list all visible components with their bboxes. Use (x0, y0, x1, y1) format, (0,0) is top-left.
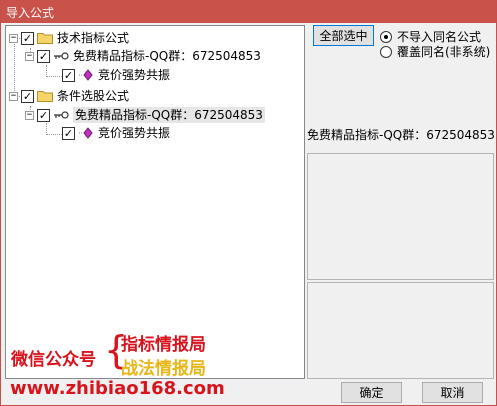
folder-icon (37, 91, 53, 102)
watermark-name-top: 指标情报局 (121, 335, 206, 355)
tree-formula-node[interactable]: − ✓ 免费精品指标-QQ群：672504853 (25, 48, 261, 64)
formula-description-panel[interactable] (307, 153, 494, 280)
ok-button[interactable]: 确定 (341, 382, 402, 403)
formula-name-display: 免费精品指标-QQ群：672504853 (307, 128, 495, 142)
item-checkbox[interactable]: ✓ (62, 68, 75, 82)
formula-label: 免费精品指标-QQ群：672504853 (73, 107, 265, 123)
formula-detail-panel[interactable] (307, 282, 494, 379)
collapse-toggle[interactable]: − (9, 33, 18, 43)
gem-icon (79, 127, 93, 139)
formula-tree[interactable]: − ✓ 技术指标公式 − ✓ 免费精品指标-QQ群：672504853 ✓ 竞价… (5, 25, 305, 379)
key-icon (54, 111, 69, 119)
tree-connector (46, 134, 62, 135)
watermark-wechat-label: 微信公众号 (11, 350, 96, 370)
radio-overwrite-duplicates[interactable]: 覆盖同名(非系统) (380, 43, 490, 60)
window-title: 导入公式 (6, 6, 55, 20)
collapse-toggle[interactable]: − (25, 51, 34, 61)
item-checkbox[interactable]: ✓ (62, 126, 75, 140)
radio-button[interactable] (380, 30, 392, 43)
collapse-toggle[interactable]: − (9, 91, 18, 101)
formula-label: 免费精品指标-QQ群：672504853 (73, 49, 261, 63)
item-label: 竞价强势共振 (98, 68, 171, 82)
radio-label: 覆盖同名(非系统) (397, 45, 491, 59)
tree-connector (46, 76, 62, 77)
import-formula-dialog: 导入公式 − ✓ 技术指标公式 − ✓ 免费精品指标-QQ群：672504853… (0, 0, 497, 406)
tree-item-node[interactable]: ✓ 竞价强势共振 (62, 125, 170, 141)
folder-icon (37, 33, 53, 44)
radio-button[interactable] (380, 45, 392, 58)
key-icon (54, 52, 69, 60)
tree-group-technical[interactable]: − ✓ 技术指标公式 (9, 30, 129, 46)
group-label: 技术指标公式 (57, 31, 130, 45)
select-all-button[interactable]: 全部选中 (313, 25, 374, 46)
group-checkbox[interactable]: ✓ (21, 31, 34, 45)
tree-group-stock-selection[interactable]: − ✓ 条件选股公式 (9, 88, 129, 104)
tree-formula-node-selected[interactable]: − ✓ 免费精品指标-QQ群：672504853 (25, 107, 265, 123)
watermark-name-bottom: 战法情报局 (121, 359, 206, 379)
group-checkbox[interactable]: ✓ (21, 89, 34, 103)
title-bar[interactable]: 导入公式 (1, 1, 496, 23)
group-label: 条件选股公式 (57, 89, 130, 103)
gem-icon (79, 69, 93, 81)
formula-checkbox[interactable]: ✓ (37, 49, 50, 63)
watermark-url: www.zhibiao168.com (10, 378, 225, 399)
item-label: 竞价强势共振 (98, 126, 171, 140)
collapse-toggle[interactable]: − (25, 110, 34, 120)
formula-checkbox[interactable]: ✓ (37, 108, 50, 122)
tree-item-node[interactable]: ✓ 竞价强势共振 (62, 67, 170, 83)
cancel-button[interactable]: 取消 (422, 382, 483, 403)
